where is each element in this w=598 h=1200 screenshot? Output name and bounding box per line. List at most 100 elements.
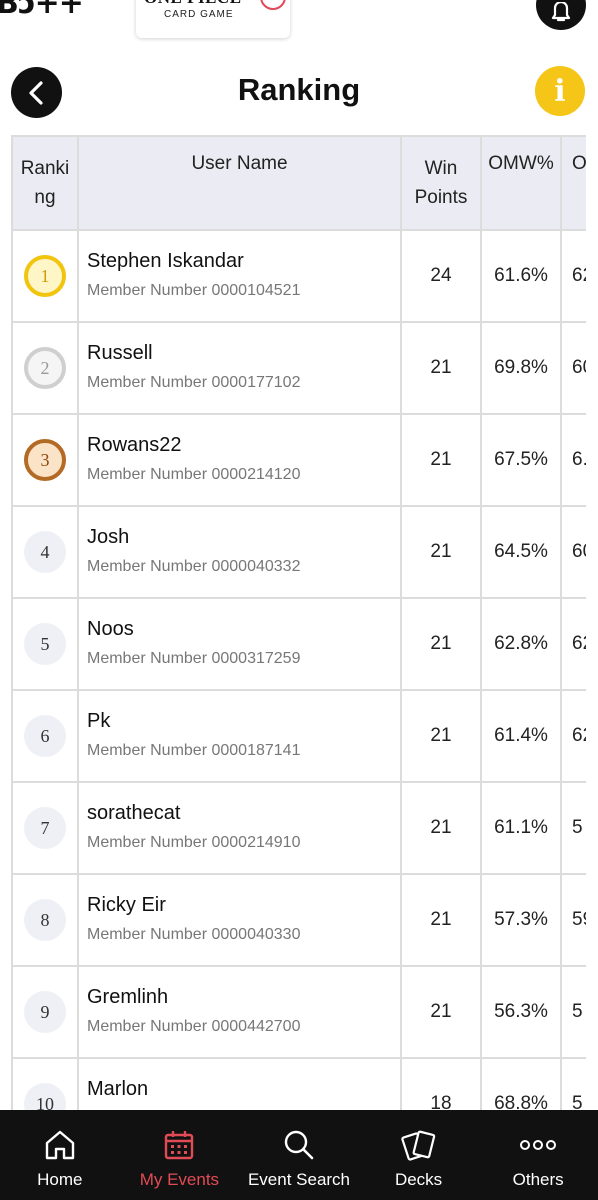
- nav-label-home: Home: [37, 1170, 83, 1189]
- next-column-cell: 5: [560, 965, 586, 1059]
- win-points-cell: 21: [400, 781, 482, 875]
- nav-label-others: Others: [512, 1170, 564, 1189]
- win-points-cell: 21: [400, 873, 482, 967]
- table-row[interactable]: 9 Gremlinh Member Number 0000442700 21 56.3%…: [11, 965, 586, 1059]
- table-row[interactable]: 4 Josh Member Number 0000040332 2164.5%60: [11, 505, 586, 599]
- nav-others[interactable]: Others: [478, 1110, 598, 1200]
- omw-cell: 56.3%: [480, 965, 562, 1059]
- rank-cell: 4: [11, 505, 79, 599]
- omw-cell: 57.3%: [480, 873, 562, 967]
- page-title: Ranking: [237, 72, 361, 107]
- win-points-cell: 21: [400, 689, 482, 783]
- rank-badge: 1: [24, 255, 66, 297]
- rank-cell: 6: [11, 689, 79, 783]
- table-row[interactable]: 7 sorathecat Member Number 0000214910 21 61.…: [11, 781, 586, 875]
- next-column-cell: 6.: [560, 413, 586, 507]
- table-row[interactable]: 1 Stephen Iskandar Member Number 000010452…: [11, 229, 586, 323]
- brand-logo: Bↄ++: [0, 0, 84, 21]
- rank-badge: 4: [24, 531, 66, 573]
- user-cell: Rowans22 Member Number 0000214120: [77, 413, 402, 507]
- user-cell: MarlonMember Number 0000045463: [77, 1057, 402, 1111]
- omw-cell: 61.4%: [480, 689, 562, 783]
- user-name: Marlon: [87, 1077, 149, 1100]
- user-name: sorathecat: [87, 801, 181, 824]
- bottom-navigation: Home My Events Event Search Decks Others: [0, 1110, 598, 1200]
- column-header-user-name: User Name: [77, 135, 402, 231]
- rank-cell: 8: [11, 873, 79, 967]
- info-button[interactable]: i: [535, 66, 585, 116]
- rank-badge: 3: [24, 439, 66, 481]
- nav-label-decks: Decks: [394, 1170, 443, 1189]
- win-points-cell: 21: [400, 413, 482, 507]
- column-header-next: O: [560, 135, 586, 231]
- omw-cell: 61.6%: [480, 229, 562, 323]
- nav-label-my-events: My Events: [139, 1170, 220, 1189]
- home-icon: [45, 1130, 74, 1160]
- notifications-button[interactable]: [536, 0, 586, 30]
- ranking-table: Ranking User Name Win Points OMW% O 1 Ste…: [11, 135, 586, 1111]
- next-column-cell: 62: [560, 597, 586, 691]
- rank-badge: 10: [24, 1083, 66, 1111]
- member-number: Member Number 0000214910: [87, 833, 301, 851]
- user-cell: Ricky Eir Member Number 0000040330: [77, 873, 402, 967]
- win-points-cell: 21: [400, 965, 482, 1059]
- top-bar: Bↄ++ ONE PIECE CARD GAME: [0, 0, 598, 50]
- user-cell: Pk Member Number 0000187141: [77, 689, 402, 783]
- member-number: Member Number 0000187141: [87, 741, 301, 759]
- table-row[interactable]: 2 Russell Member Number 0000177102 21 69.8% 6…: [11, 321, 586, 415]
- game-logo-title: ONE PIECE: [144, 0, 242, 8]
- bell-icon: [551, 2, 571, 22]
- next-column-cell: 5: [560, 1057, 586, 1111]
- rank-cell: 10: [11, 1057, 79, 1111]
- rank-badge: 8: [24, 899, 66, 941]
- next-column-cell: 59: [560, 873, 586, 967]
- nav-event-search[interactable]: Event Search: [239, 1110, 359, 1200]
- user-name: Rowans22: [87, 433, 182, 456]
- game-logo: ONE PIECE CARD GAME: [136, 0, 290, 38]
- rank-cell: 3: [11, 413, 79, 507]
- column-header-omw: OMW%: [480, 135, 562, 231]
- member-number: Member Number 0000177102: [87, 373, 301, 391]
- search-icon: [284, 1130, 314, 1160]
- ranking-table-container[interactable]: Ranking User Name Win Points OMW% O 1 Ste…: [11, 135, 586, 1111]
- omw-cell: 61.1%: [480, 781, 562, 875]
- next-column-cell: 5: [560, 781, 586, 875]
- user-cell: Russell Member Number 0000177102: [77, 321, 402, 415]
- user-name: Russell: [87, 341, 153, 364]
- user-cell: Stephen Iskandar Member Number 0000104521: [77, 229, 402, 323]
- user-cell: sorathecat Member Number 0000214910: [77, 781, 402, 875]
- nav-my-events[interactable]: My Events: [120, 1110, 240, 1200]
- user-cell: Gremlinh Member Number 0000442700: [77, 965, 402, 1059]
- win-points-cell: 24: [400, 229, 482, 323]
- table-row[interactable]: 6 Pk Member Number 0000187141 2161.4%62: [11, 689, 586, 783]
- next-column-cell: 62: [560, 229, 586, 323]
- more-icon: [520, 1140, 557, 1150]
- game-logo-emblem: [260, 0, 286, 10]
- calendar-icon: [165, 1131, 194, 1160]
- table-row[interactable]: 5 Noos Member Number 0000317259 2162.8%62: [11, 597, 586, 691]
- nav-label-event-search: Event Search: [247, 1170, 351, 1189]
- member-number: Member Number 0000040332: [87, 557, 301, 575]
- nav-home[interactable]: Home: [0, 1110, 120, 1200]
- next-column-cell: 62: [560, 689, 586, 783]
- member-number: Member Number 0000104521: [87, 281, 301, 299]
- user-name: Stephen Iskandar: [87, 249, 244, 272]
- win-points-cell: 18: [400, 1057, 482, 1111]
- rank-cell: 1: [11, 229, 79, 323]
- user-name: Josh: [87, 525, 130, 548]
- rank-cell: 7: [11, 781, 79, 875]
- rank-badge: 9: [24, 991, 66, 1033]
- user-name: Gremlinh: [87, 985, 169, 1008]
- column-header-ranking: Ranking: [11, 135, 79, 231]
- omw-cell: 69.8%: [480, 321, 562, 415]
- table-row[interactable]: 3 Rowans22 Member Number 0000214120 21 67.5%…: [11, 413, 586, 507]
- nav-decks[interactable]: Decks: [359, 1110, 479, 1200]
- rank-cell: 5: [11, 597, 79, 691]
- rank-badge: 7: [24, 807, 66, 849]
- rank-badge: 2: [24, 347, 66, 389]
- rank-badge: 6: [24, 715, 66, 757]
- omw-cell: 62.8%: [480, 597, 562, 691]
- next-column-cell: 60: [560, 321, 586, 415]
- table-row[interactable]: 10 MarlonMember Number 00000454631868.8%5: [11, 1057, 586, 1111]
- table-row[interactable]: 8 Ricky Eir Member Number 0000040330 21 57.3…: [11, 873, 586, 967]
